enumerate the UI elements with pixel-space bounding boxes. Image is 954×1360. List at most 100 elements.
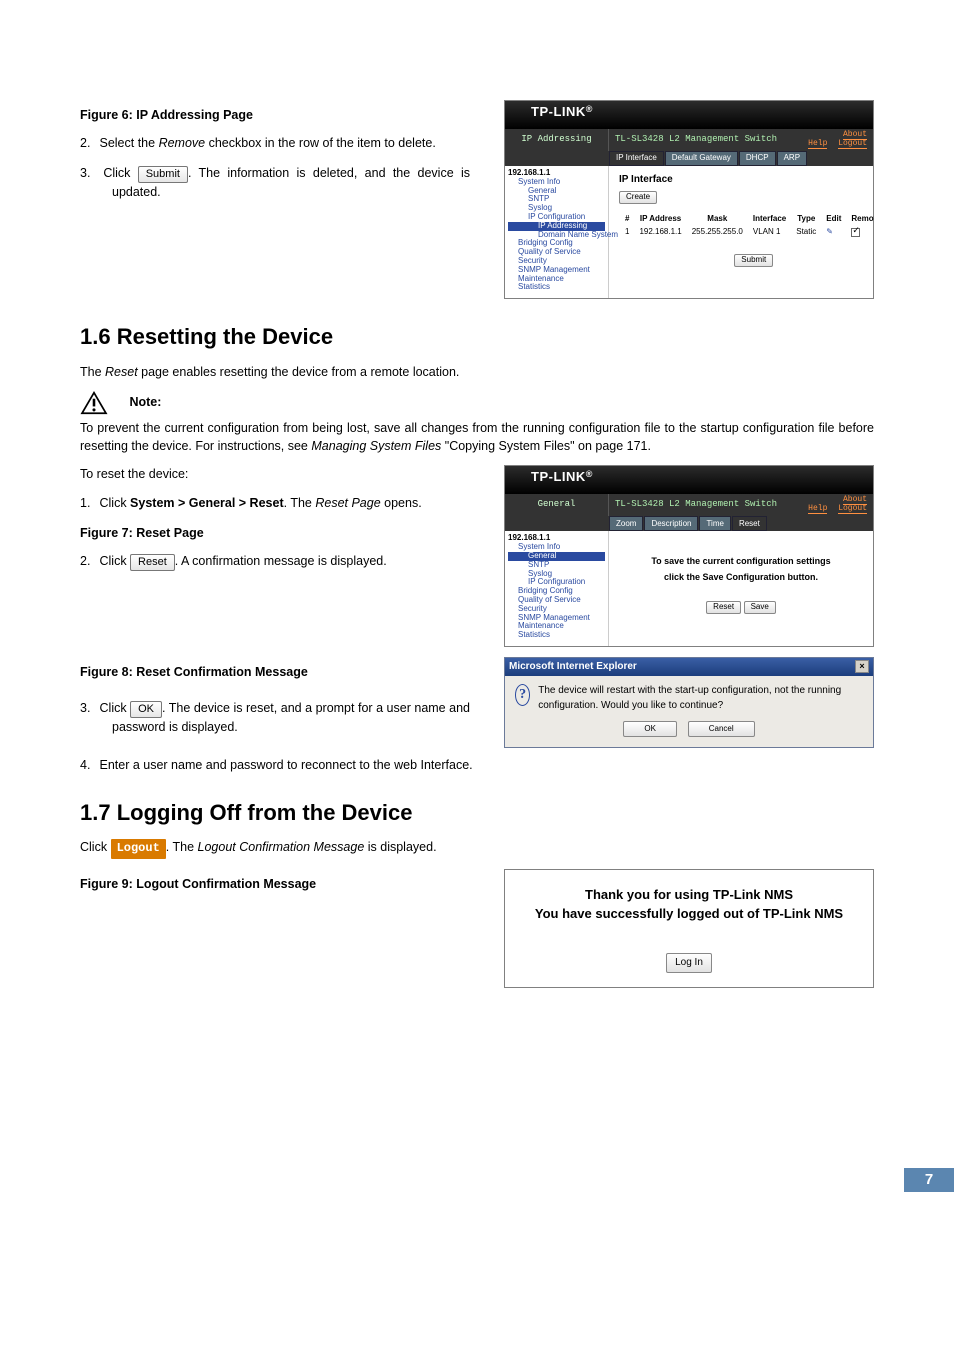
submit-button-inline[interactable]: Submit (138, 166, 188, 183)
shot-main: IP Interface Create # IP Address Mask In… (609, 166, 874, 298)
tab-reset[interactable]: Reset (732, 516, 767, 531)
shot7-header: TP-LINK® (505, 466, 873, 494)
shot-row2: IP Addressing TL-SL3428 L2 Management Sw… (505, 129, 873, 151)
tab-description[interactable]: Description (644, 516, 698, 531)
tab-dhcp[interactable]: DHCP (739, 151, 776, 166)
shot7-body: 192.168.1.1 System Info General SNTP Sys… (505, 531, 873, 646)
page-number: 7 (904, 1168, 954, 1192)
shot-title: TL-SL3428 L2 Management Switch About Hel… (609, 129, 873, 151)
reset-button[interactable]: Reset (706, 601, 741, 614)
logout-link-2[interactable]: Logout (838, 504, 867, 514)
fig9-screenshot: Thank you for using TP-Link NMS You have… (504, 869, 874, 988)
dialog-body: ? The device will restart with the start… (505, 676, 873, 721)
fig7-screenshot: TP-LINK® General TL-SL3428 L2 Management… (504, 465, 874, 647)
reset-left: To reset the device: 1. Click System > G… (80, 465, 470, 583)
shot-body: 192.168.1.1 System Info General SNTP Sys… (505, 166, 873, 298)
ip-table: # IP Address Mask Interface Type Edit Re… (619, 212, 874, 240)
shot7-tabs-wrap: Zoom Description Time Reset (505, 516, 873, 531)
reset-step-1: 1. Click System > General > Reset. The R… (80, 494, 470, 512)
fig6-shot: TP-LINK® IP Addressing TL-SL3428 L2 Mana… (504, 100, 874, 299)
reset-button-inline[interactable]: Reset (130, 554, 175, 571)
shot7-title: TL-SL3428 L2 Management Switch About Hel… (609, 494, 873, 516)
save-button[interactable]: Save (744, 601, 776, 614)
nav-tree-2: 192.168.1.1 System Info General SNTP Sys… (505, 531, 609, 646)
ok-button-inline[interactable]: OK (130, 701, 162, 718)
submit-button[interactable]: Submit (734, 254, 773, 267)
dialog-buttons: OK Cancel (505, 721, 873, 737)
tab-ip-interface[interactable]: IP Interface (609, 151, 664, 166)
tab-zoom[interactable]: Zoom (609, 516, 643, 531)
shot7-row2: General TL-SL3428 L2 Management Switch A… (505, 494, 873, 516)
ie-dialog: Microsoft Internet Explorer × ? The devi… (504, 657, 874, 748)
tab-time[interactable]: Time (699, 516, 730, 531)
reset-step-2: 2. Click Reset. A confirmation message i… (80, 552, 470, 571)
dialog-message: The device will restart with the start-u… (538, 684, 863, 713)
fig9-caption: Figure 9: Logout Confirmation Message (80, 875, 470, 893)
sec17-intro: Click Logout. The Logout Confirmation Me… (80, 838, 874, 858)
section-1-7-heading: 1.7 Logging Off from the Device (80, 797, 874, 829)
side-title-2: General (505, 494, 609, 516)
edit-icon[interactable] (822, 227, 845, 238)
fig9-left: Figure 9: Logout Confirmation Message (80, 869, 470, 903)
reset-steps: 1. Click System > General > Reset. The R… (80, 494, 470, 512)
pencil-icon (826, 227, 833, 236)
shot-tabs-wrap: IP Interface Default Gateway DHCP ARP (505, 151, 873, 166)
tplink-logo: TP-LINK (531, 104, 586, 119)
logout-link[interactable]: Logout (838, 139, 867, 149)
sec16-intro: The Reset page enables resetting the dev… (80, 363, 874, 381)
logout-line1: Thank you for using TP-Link NMS (515, 886, 863, 905)
reset-step-3: 3. Click OK. The device is reset, and a … (80, 699, 470, 736)
logout-box: Thank you for using TP-Link NMS You have… (504, 869, 874, 988)
tree-general[interactable]: General (508, 187, 605, 196)
help-link[interactable]: Help (808, 139, 827, 149)
table-row: 1 192.168.1.1 255.255.255.0 VLAN 1 Stati… (621, 227, 874, 238)
tree2-general[interactable]: General (508, 552, 605, 561)
dialog-title: Microsoft Internet Explorer (509, 660, 637, 675)
tree2-statistics[interactable]: Statistics (508, 631, 605, 640)
fig7-caption: Figure 7: Reset Page (80, 524, 470, 542)
figure6-block: Figure 6: IP Addressing Page 2. Select t… (80, 100, 874, 299)
shot7-main: To save the current configuration settin… (609, 531, 873, 646)
tree-system-info[interactable]: System Info (508, 178, 605, 187)
reset-step4-list: 4. Enter a user name and password to rec… (80, 756, 874, 774)
nav-tree: 192.168.1.1 System Info General SNTP Sys… (505, 166, 609, 298)
tree2-system-info[interactable]: System Info (508, 543, 605, 552)
question-icon: ? (515, 684, 530, 706)
fig8-block: Figure 8: Reset Confirmation Message 3. … (80, 657, 874, 748)
close-icon[interactable]: × (855, 660, 869, 673)
fig8-left: Figure 8: Reset Confirmation Message 3. … (80, 657, 470, 748)
section-1-6-heading: 1.6 Resetting the Device (80, 321, 874, 353)
fig7-shot: TP-LINK® General TL-SL3428 L2 Management… (504, 465, 874, 647)
table-header-row: # IP Address Mask Interface Type Edit Re… (621, 214, 874, 225)
create-button[interactable]: Create (619, 191, 657, 204)
fig8-steps: 3. Click OK. The device is reset, and a … (80, 699, 470, 736)
reset-step-4: 4. Enter a user name and password to rec… (80, 756, 874, 774)
tree2-sntp[interactable]: SNTP (508, 561, 605, 570)
tree-statistics[interactable]: Statistics (508, 283, 605, 292)
tab-arp[interactable]: ARP (777, 151, 807, 166)
logout-button-inline[interactable]: Logout (111, 839, 166, 858)
note-text: To prevent the current configuration fro… (80, 419, 874, 455)
reset-msg-2: click the Save Configuration button. (619, 573, 863, 583)
tab-default-gateway[interactable]: Default Gateway (665, 151, 738, 166)
step-2: 2. Select the Remove checkbox in the row… (80, 134, 470, 152)
fig6-left: Figure 6: IP Addressing Page 2. Select t… (80, 100, 470, 214)
reset-block: To reset the device: 1. Click System > G… (80, 465, 874, 647)
note-label: Note: (129, 395, 161, 409)
help-link-2[interactable]: Help (808, 504, 827, 514)
fig6-steps: 2. Select the Remove checkbox in the row… (80, 134, 470, 201)
tplink-logo-2: TP-LINK (531, 469, 586, 484)
shot-header: TP-LINK® (505, 101, 873, 129)
dialog-ok-button[interactable]: OK (623, 721, 677, 737)
shot7-tabs: Zoom Description Time Reset (609, 516, 873, 531)
dialog-cancel-button[interactable]: Cancel (688, 721, 755, 737)
shot-links: About Help Logout (802, 131, 867, 149)
remove-checkbox[interactable] (851, 228, 860, 237)
reset-msg-1: To save the current configuration settin… (619, 557, 863, 567)
fig8-screenshot: Microsoft Internet Explorer × ? The devi… (504, 657, 874, 748)
remove-cell[interactable] (847, 227, 874, 238)
shot-tabs: IP Interface Default Gateway DHCP ARP (609, 151, 873, 166)
login-button[interactable]: Log In (666, 953, 712, 974)
fig8-caption: Figure 8: Reset Confirmation Message (80, 663, 470, 681)
tree-sntp[interactable]: SNTP (508, 195, 605, 204)
